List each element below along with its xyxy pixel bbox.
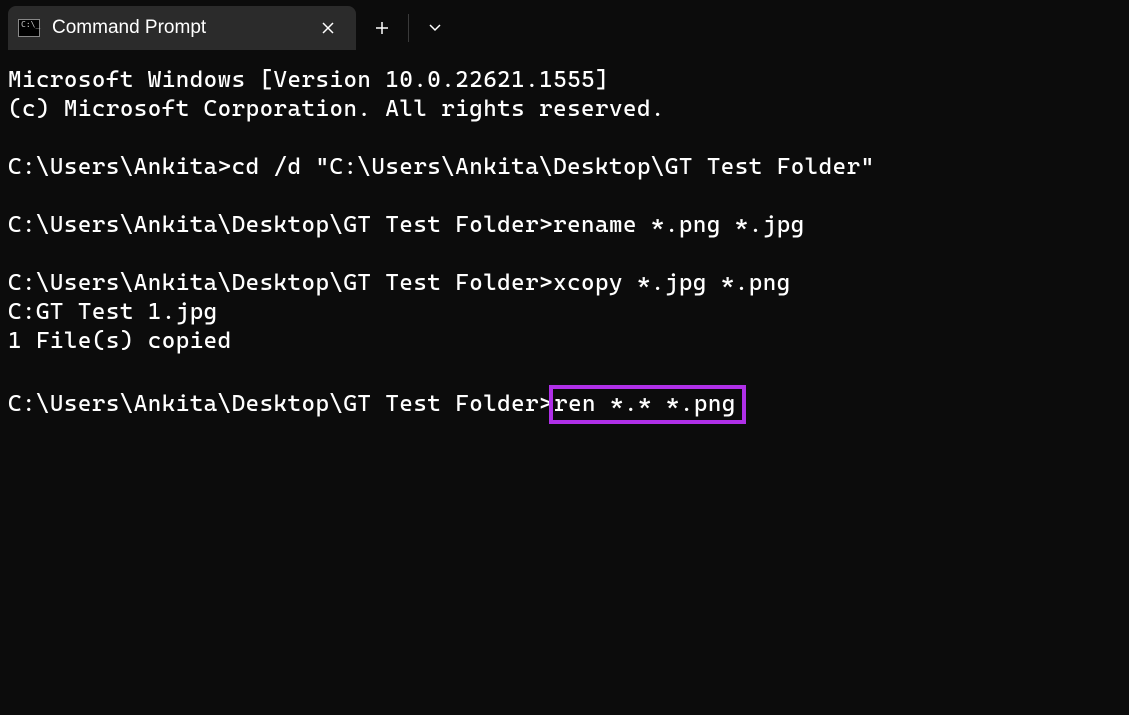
- terminal-output[interactable]: Microsoft Windows [Version 10.0.22621.15…: [0, 56, 1129, 434]
- titlebar: C:\_ Command Prompt: [0, 0, 1129, 56]
- terminal-icon: C:\_: [18, 19, 40, 37]
- command: cd /d "C:\Users\Ankita\Desktop\GT Test F…: [232, 154, 875, 180]
- prompt: C:\Users\Ankita\Desktop\GT Test Folder>: [8, 391, 553, 417]
- highlighted-command: ren *.* *.png: [549, 385, 746, 424]
- prompt: C:\Users\Ankita\Desktop\GT Test Folder>: [8, 270, 553, 296]
- copyright-line: (c) Microsoft Corporation. All rights re…: [8, 96, 665, 122]
- output-line: 1 File(s) copied: [8, 328, 232, 354]
- new-tab-button[interactable]: [356, 6, 408, 50]
- close-tab-button[interactable]: [314, 14, 342, 42]
- tab-dropdown-button[interactable]: [409, 6, 461, 50]
- prompt: C:\Users\Ankita>: [8, 154, 232, 180]
- command: ren *.* *.png: [554, 391, 736, 417]
- command: rename *.png *.jpg: [553, 212, 805, 238]
- tab-title: Command Prompt: [52, 17, 302, 39]
- prompt: C:\Users\Ankita\Desktop\GT Test Folder>: [8, 212, 553, 238]
- output-line: C:GT Test 1.jpg: [8, 299, 218, 325]
- tab-command-prompt[interactable]: C:\_ Command Prompt: [8, 6, 356, 50]
- command: xcopy *.jpg *.png: [553, 270, 791, 296]
- version-line: Microsoft Windows [Version 10.0.22621.15…: [8, 67, 609, 93]
